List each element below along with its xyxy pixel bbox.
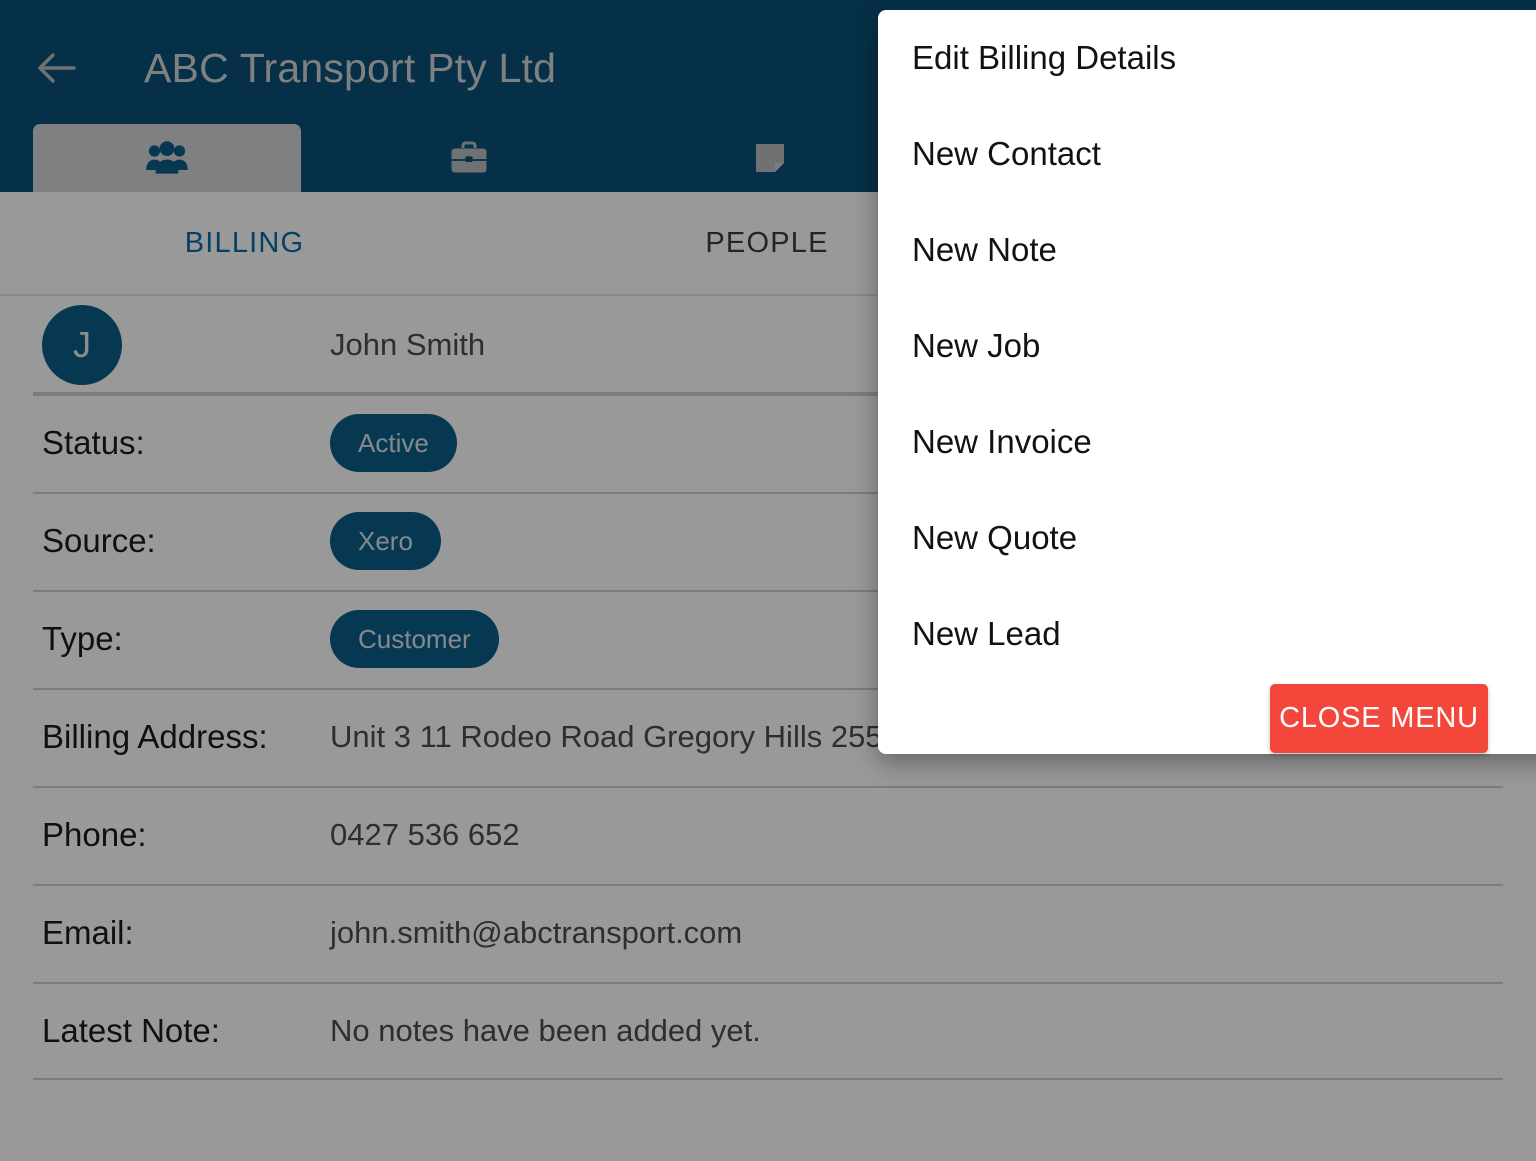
menu-item-label: New Job [912, 327, 1041, 364]
menu-item-label: Edit Billing Details [912, 39, 1177, 76]
menu-item-label: New Quote [912, 519, 1078, 556]
menu-item-edit-billing-details[interactable]: Edit Billing Details [878, 10, 1536, 106]
menu-item-new-contact[interactable]: New Contact [878, 106, 1536, 202]
menu-item-label: New Note [912, 231, 1057, 268]
menu-item-new-job[interactable]: New Job [878, 298, 1536, 394]
actions-menu: Edit Billing Details New Contact New Not… [878, 10, 1536, 754]
menu-item-label: New Invoice [912, 423, 1092, 460]
close-menu-button[interactable]: CLOSE MENU [1270, 684, 1488, 753]
app-screen: ABC Transport Pty Ltd BILLING PEOPLE J J… [0, 0, 1536, 1161]
menu-item-new-lead[interactable]: New Lead [878, 586, 1536, 682]
menu-item-new-quote[interactable]: New Quote [878, 490, 1536, 586]
menu-item-new-invoice[interactable]: New Invoice [878, 394, 1536, 490]
menu-item-label: New Contact [912, 135, 1101, 172]
menu-item-new-note[interactable]: New Note [878, 202, 1536, 298]
menu-item-label: New Lead [912, 615, 1061, 652]
